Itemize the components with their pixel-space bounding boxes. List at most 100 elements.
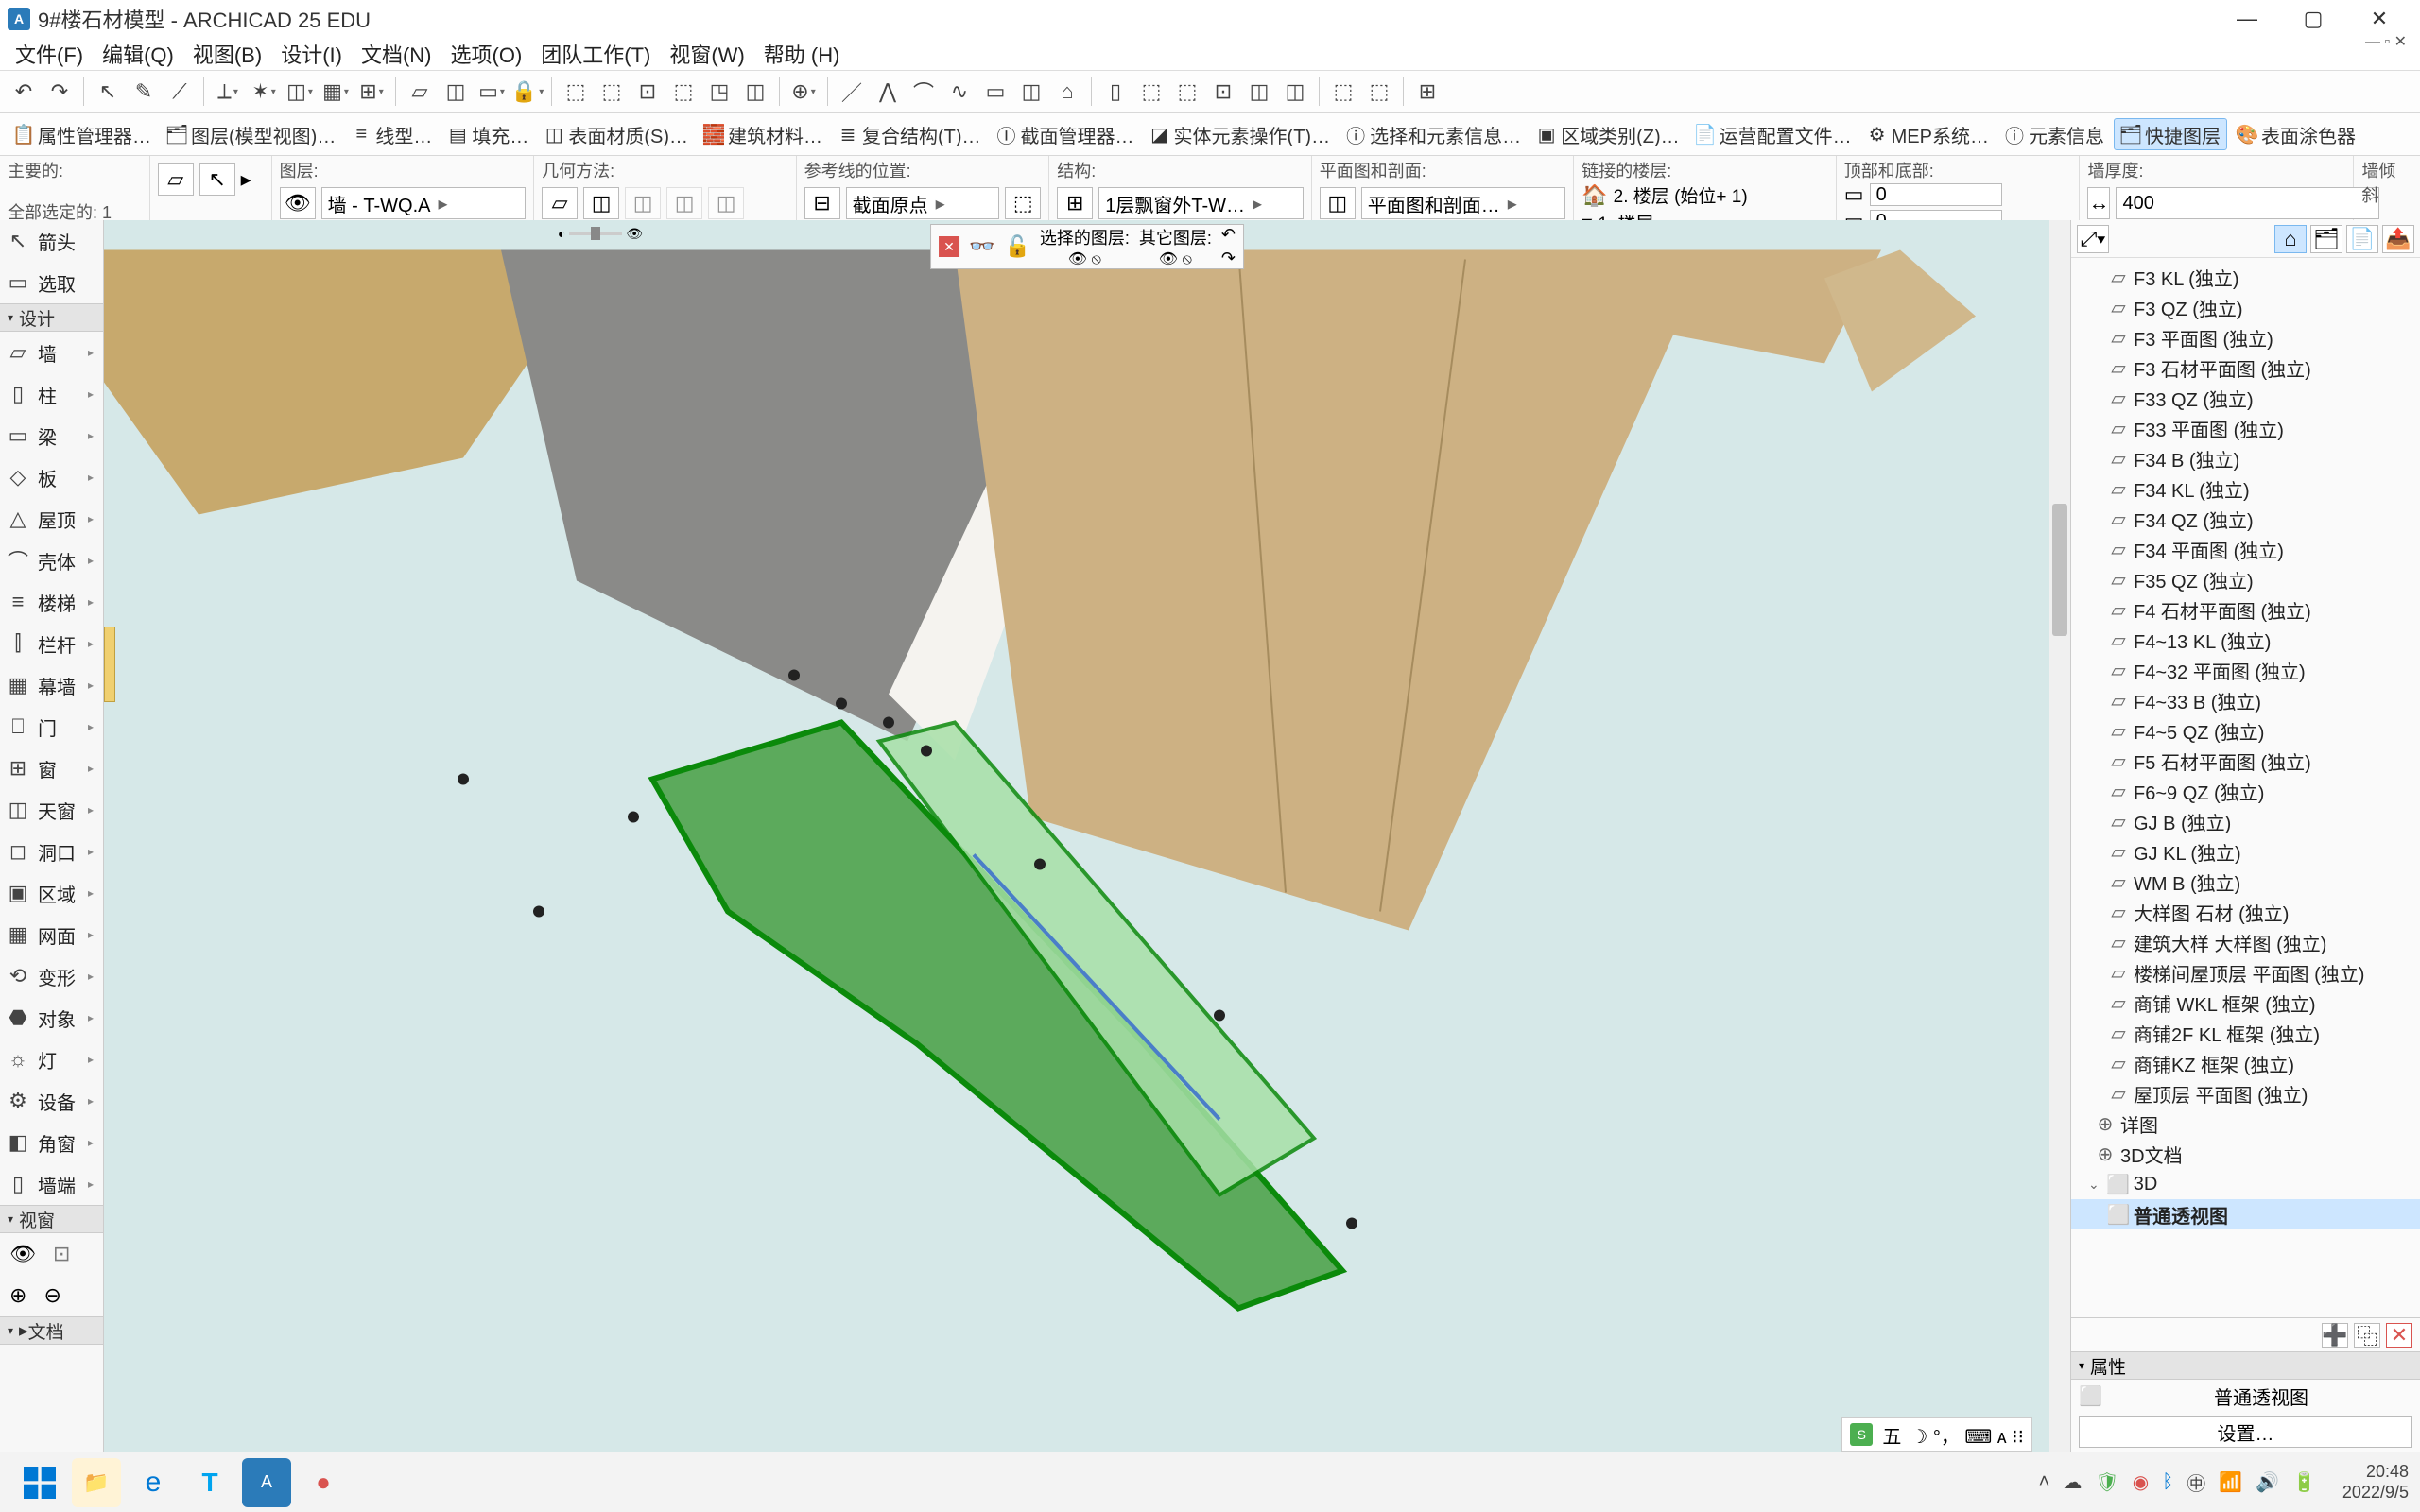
section-5[interactable]: ◫ (1243, 76, 1275, 108)
struct-dropdown[interactable]: 1层飘窗外T-W… (1098, 187, 1304, 219)
layer-dropdown[interactable]: 墙 - T-WQ.A (321, 187, 527, 219)
nav-tab-layouts[interactable]: 📄 (2346, 225, 2378, 253)
tool-flyout-icon[interactable]: ▸ (84, 1177, 97, 1191)
trace-slider[interactable]: ◐ 👁 (558, 224, 643, 243)
tool-c[interactable]: ⊡ (631, 76, 664, 108)
tool-变形[interactable]: ⟲变形▸ (0, 955, 103, 997)
geom-4[interactable]: ◫ (666, 187, 702, 219)
tool-柱[interactable]: ▯柱▸ (0, 373, 103, 415)
picker-tool[interactable]: ⟋ (164, 76, 196, 108)
nav-item[interactable]: ▱WM B (独立) (2071, 867, 2420, 897)
layer-glasses-icon[interactable]: 👓 (969, 234, 994, 259)
tb2-element-info[interactable]: ⓘ元素信息 (1998, 118, 2110, 150)
tool-f[interactable]: ◫ (739, 76, 771, 108)
nav-settings-button[interactable]: 设置… (2079, 1416, 2412, 1448)
cursor-tool[interactable]: ↖ (92, 76, 124, 108)
draw-arc[interactable]: ⌒ (908, 76, 940, 108)
tool-角窗[interactable]: ◧角窗▸ (0, 1122, 103, 1163)
navigator-tree[interactable]: ▱F3 KL (独立)▱F3 QZ (独立)▱F3 平面图 (独立)▱F3 石材… (2071, 258, 2420, 1317)
view-tool-2[interactable]: ⊡ (53, 1242, 70, 1266)
story-top-value[interactable]: 2. 楼层 (始位+ 1) (1614, 182, 1748, 208)
geom-5[interactable]: ◫ (708, 187, 744, 219)
taskbar-explorer[interactable]: 📁 (72, 1458, 121, 1507)
nav-item[interactable]: ▱F6~9 QZ (独立) (2071, 776, 2420, 806)
menu-edit[interactable]: 编辑(Q) (93, 39, 183, 69)
nav-item[interactable]: ▱F3 QZ (独立) (2071, 292, 2420, 322)
tb2-quick-layers[interactable]: 🗂快捷图层 (2114, 118, 2227, 150)
tool-flyout-icon[interactable]: ▸ (84, 1053, 97, 1066)
tool-flyout-icon[interactable]: ▸ (84, 387, 97, 401)
tool-屋顶[interactable]: △屋顶▸ (0, 498, 103, 540)
tb2-solid-ops[interactable]: ◪实体元素操作(T)… (1144, 118, 1337, 150)
tool-板[interactable]: ◇板▸ (0, 456, 103, 498)
tool-对象[interactable]: ⬣对象▸ (0, 997, 103, 1039)
tool-flyout-icon[interactable]: ▸ (84, 1094, 97, 1108)
nav-item[interactable]: ▱F3 平面图 (独立) (2071, 322, 2420, 352)
nav-item[interactable]: ▱F3 KL (独立) (2071, 262, 2420, 292)
toolbox-view-header[interactable]: 视窗 (0, 1205, 103, 1233)
tool-3[interactable]: ▭ (475, 76, 508, 108)
layer-toggle-icon[interactable]: 🔓 (1004, 234, 1029, 259)
menu-file[interactable]: 文件(F) (6, 39, 93, 69)
minimize-button[interactable]: — (2214, 0, 2280, 38)
nav-item[interactable]: ▱F34 B (独立) (2071, 443, 2420, 473)
tool-洞口[interactable]: ◻洞口▸ (0, 831, 103, 872)
tool-flyout-icon[interactable]: ▸ (84, 845, 97, 858)
tool-梁[interactable]: ▭梁▸ (0, 415, 103, 456)
layer-eye-icon[interactable]: 👁 (280, 187, 316, 219)
tb2-profiles[interactable]: Ⓘ截面管理器… (991, 118, 1140, 150)
section-6[interactable]: ◫ (1279, 76, 1311, 108)
tool-灯[interactable]: ☼灯▸ (0, 1039, 103, 1080)
nav-item[interactable]: ▱建筑大样 大样图 (独立) (2071, 927, 2420, 957)
toolbox-doc-header[interactable]: ▸ 文档 (0, 1316, 103, 1345)
menu-design[interactable]: 设计(I) (271, 39, 352, 69)
section-3[interactable]: ⬚ (1171, 76, 1203, 108)
draw-line[interactable]: ／ (836, 76, 868, 108)
plan-icon[interactable]: ◫ (1320, 187, 1356, 219)
tool-楼梯[interactable]: ≡楼梯▸ (0, 581, 103, 623)
nav-item[interactable]: ▱商铺KZ 框架 (独立) (2071, 1048, 2420, 1078)
snap-perpendicular[interactable]: ⟂ (212, 76, 244, 108)
nav-new-view[interactable]: ➕ (2322, 1323, 2348, 1348)
tool-flyout-icon[interactable]: ▸ (84, 429, 97, 442)
view-tool-1[interactable]: 👁 (9, 1242, 36, 1266)
tool-1[interactable]: ▱ (404, 76, 436, 108)
tool-d[interactable]: ⬚ (667, 76, 700, 108)
tool-flyout-icon[interactable]: ▸ (84, 554, 97, 567)
nav-item[interactable]: ▱F4~33 B (独立) (2071, 685, 2420, 715)
tool-arrow[interactable]: ↖箭头 (0, 220, 103, 262)
3d-viewport[interactable]: ◐ 👁 ✕ 👓 🔓 选择的图层: 👁 ⦸ 其它图层: 👁 ⦸ ↶ ↷ (104, 220, 2070, 1452)
undo-button[interactable]: ↶ (8, 76, 40, 108)
struct-icon[interactable]: ⊞ (1057, 187, 1093, 219)
tool-壳体[interactable]: ⌒壳体▸ (0, 540, 103, 581)
tb2-composites[interactable]: ≣复合结构(T)… (832, 118, 987, 150)
nav-item[interactable]: ▱F4~13 KL (独立) (2071, 625, 2420, 655)
tb2-operation-profiles[interactable]: 📄运营配置文件… (1689, 118, 1858, 150)
tool-b[interactable]: ⬚ (596, 76, 628, 108)
nav-tab-views[interactable]: 🗂 (2310, 225, 2342, 253)
view-2[interactable]: ⬚ (1363, 76, 1395, 108)
nav-item[interactable]: ▱F34 QZ (独立) (2071, 504, 2420, 534)
tb2-selection-info[interactable]: ⓘ选择和元素信息… (1340, 118, 1527, 150)
tb2-layers[interactable]: 🗂图层(模型视图)… (161, 118, 341, 150)
snap-intersection[interactable]: ✶ (248, 76, 280, 108)
nav-item[interactable]: ▱F35 QZ (独立) (2071, 564, 2420, 594)
tool-设备[interactable]: ⚙设备▸ (0, 1080, 103, 1122)
tray-wifi-icon[interactable]: 📶 (2219, 1470, 2242, 1494)
menu-view[interactable]: 视图(B) (183, 39, 271, 69)
nav-item[interactable]: ▱F4~32 平面图 (独立) (2071, 655, 2420, 685)
ime-indicator[interactable]: S 五 ☽ °， ⌨ ᴀ ⁝⁝ (1841, 1418, 2032, 1452)
taskbar-clock[interactable]: 20:48 2022/9/5 (2342, 1462, 2409, 1503)
menu-teamwork[interactable]: 团队工作(T) (531, 39, 660, 69)
tool-区域[interactable]: ▣区域▸ (0, 872, 103, 914)
thickness-input[interactable] (2116, 187, 2379, 219)
nav-item[interactable]: ▱F4~5 QZ (独立) (2071, 715, 2420, 746)
tool-幕墙[interactable]: ▦幕墙▸ (0, 664, 103, 706)
taskbar-archicad[interactable]: A (242, 1458, 291, 1507)
nav-group-detail[interactable]: ⊕详图 (2071, 1108, 2420, 1139)
plan-dropdown[interactable]: 平面图和剖面… (1361, 187, 1566, 219)
nav-item[interactable]: ▱F33 QZ (独立) (2071, 383, 2420, 413)
ref-extra[interactable]: ⬚ (1005, 187, 1041, 219)
wall-settings-icon[interactable]: ▱ (158, 163, 194, 196)
tool-flyout-icon[interactable]: ▸ (84, 803, 97, 816)
